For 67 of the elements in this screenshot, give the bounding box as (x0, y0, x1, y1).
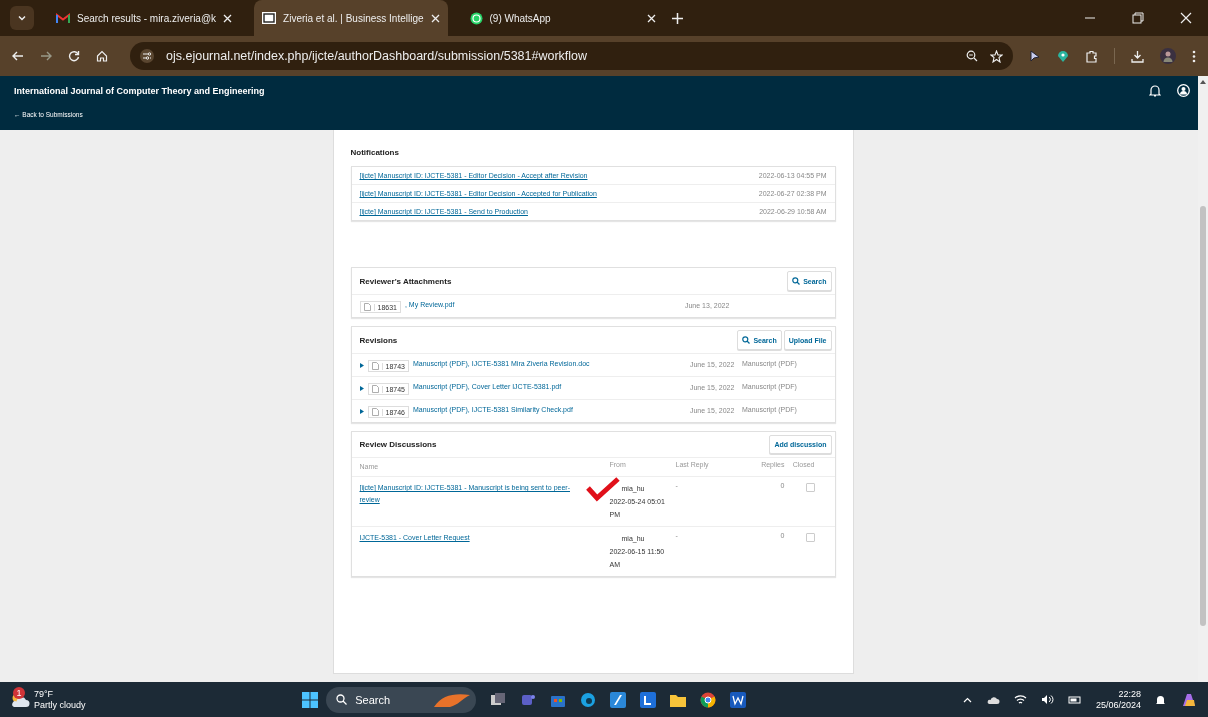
card-title: Revisions (359, 335, 398, 345)
download-icon[interactable] (1131, 49, 1144, 63)
weather-widget[interactable]: 1 79°F Partly cloudy (10, 688, 86, 711)
file-icon (363, 303, 371, 311)
reload-icon[interactable] (68, 50, 80, 62)
notification-badge: 1 (13, 686, 25, 699)
mail-icon (56, 12, 70, 24)
extension-icon[interactable] (1057, 49, 1069, 63)
forward-arrow-icon[interactable] (40, 50, 52, 62)
home-icon[interactable] (96, 50, 108, 62)
battery-icon[interactable] (1067, 694, 1082, 705)
bell-icon[interactable] (1155, 693, 1166, 706)
chevron-down-icon (17, 13, 27, 23)
journal-title: International Journal of Computer Theory and Engineering (14, 85, 265, 96)
address-bar[interactable]: ojs.ejournal.net/index.php/ijcte/authorDashboard/submission/5381#workflow (130, 42, 1013, 70)
wifi-icon[interactable] (1013, 694, 1027, 705)
search-icon (336, 694, 348, 705)
close-icon[interactable] (430, 13, 440, 23)
search-icon (742, 336, 751, 344)
puzzle-icon[interactable] (1085, 49, 1098, 63)
bell-icon[interactable] (1149, 84, 1161, 97)
browser-tab[interactable]: (9) WhatsApp (461, 0, 664, 36)
app-icon[interactable] (640, 691, 657, 708)
closed-checkbox[interactable] (805, 483, 815, 492)
expand-arrow-icon[interactable] (359, 409, 364, 414)
close-icon[interactable] (1180, 12, 1192, 24)
cursor-icon[interactable] (1029, 50, 1041, 62)
journal-logo-icon (262, 12, 277, 24)
chrome-icon[interactable] (700, 691, 717, 708)
expand-arrow-icon[interactable] (359, 363, 364, 368)
app-icon[interactable] (610, 691, 627, 708)
chevron-up-icon[interactable] (962, 696, 972, 703)
edge-icon[interactable] (580, 691, 597, 708)
browser-tab[interactable]: Ziveria et al. | Business Intellige (254, 0, 448, 36)
profile-avatar-icon[interactable] (1160, 48, 1176, 64)
closed-checkbox[interactable] (805, 533, 815, 542)
site-settings-icon[interactable] (140, 49, 154, 63)
close-icon[interactable] (223, 13, 233, 23)
task-view-icon[interactable] (490, 691, 507, 708)
weather-condition: Partly cloudy (34, 699, 86, 711)
card-title: Reviewer's Attachments (359, 276, 452, 286)
tab-list-button[interactable] (10, 6, 34, 30)
close-icon[interactable] (646, 13, 656, 23)
star-icon[interactable] (990, 49, 1003, 63)
temperature: 79°F (34, 688, 55, 700)
file-icon (371, 408, 379, 416)
chat-icon (469, 11, 483, 25)
scroll-up-icon[interactable] (1200, 80, 1206, 84)
user-icon[interactable] (1177, 84, 1190, 97)
new-tab-icon[interactable] (671, 12, 683, 24)
windows-start-icon[interactable] (302, 691, 319, 708)
zoom-icon[interactable] (966, 50, 978, 62)
expand-arrow-icon[interactable] (359, 386, 364, 391)
word-icon[interactable] (730, 691, 747, 708)
scrollbar[interactable] (1198, 76, 1208, 682)
card-title: Review Discussions (359, 440, 437, 449)
file-icon (371, 385, 379, 393)
back-arrow-icon[interactable] (12, 50, 24, 62)
section-title: Notifications (350, 148, 400, 157)
more-menu-icon[interactable] (1192, 49, 1196, 63)
file-icon (371, 362, 379, 370)
browser-tab[interactable]: Search results - mira.ziveria@k (48, 0, 241, 36)
clock[interactable]: 22:28 25/06/2024 (1095, 688, 1141, 711)
taskbar-search[interactable]: Search (326, 686, 477, 713)
speaker-icon[interactable] (1040, 694, 1054, 705)
restore-icon[interactable] (1132, 12, 1144, 24)
search-icon (792, 277, 801, 285)
